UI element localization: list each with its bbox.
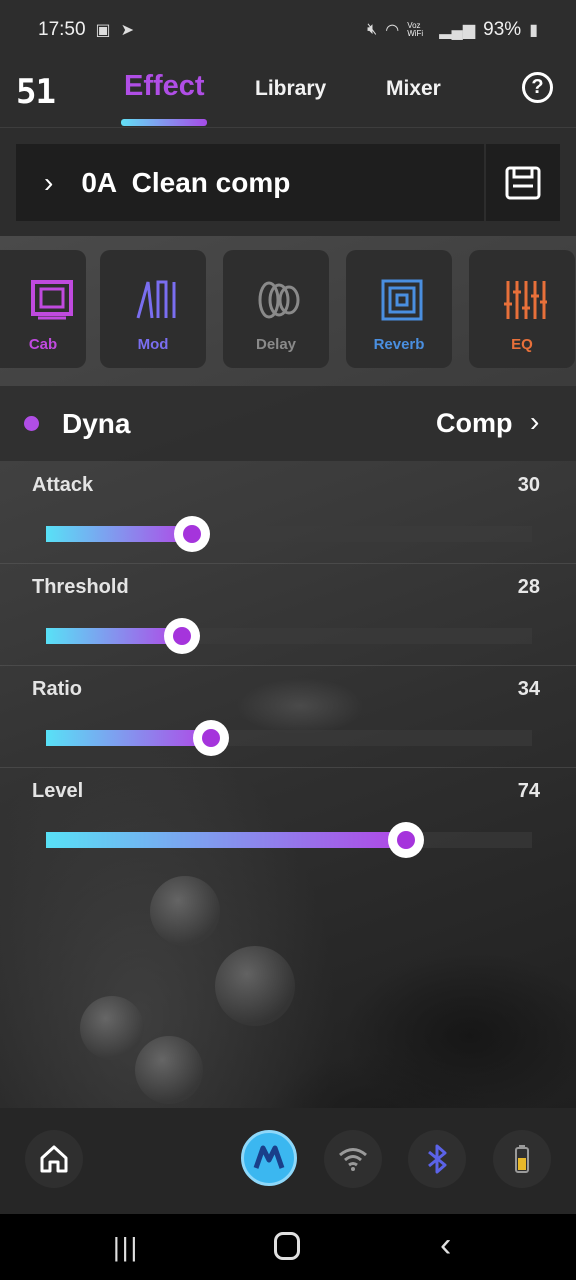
preset-name: 0A Clean comp — [81, 166, 291, 198]
module-label: Delay — [255, 336, 297, 353]
effect-name: Dyna — [62, 408, 131, 439]
gallery-icon: ▣ — [95, 22, 111, 39]
effect-module-strip: Cab Mod Delay Reverb EQ — [0, 250, 576, 370]
bluetooth-button[interactable] — [408, 1130, 466, 1188]
cab-icon — [31, 280, 73, 320]
back-icon[interactable]: ‹ — [440, 1226, 451, 1265]
active-tab-indicator — [121, 119, 207, 126]
slider-track[interactable] — [46, 526, 532, 542]
battery-icon — [515, 1145, 529, 1173]
delay-icon — [258, 281, 300, 319]
effect-status-dot[interactable] — [24, 416, 39, 431]
device-logo-button[interactable] — [241, 1130, 297, 1186]
system-navigation-bar: ||| ‹ — [0, 1214, 576, 1280]
help-button[interactable]: ? — [522, 72, 553, 103]
wifi-button[interactable] — [324, 1130, 382, 1188]
slider-thumb[interactable] — [193, 720, 230, 756]
mod-icon — [136, 280, 176, 319]
slider-track[interactable] — [46, 628, 532, 644]
slider-fill — [46, 526, 192, 542]
slider-thumb[interactable] — [387, 822, 424, 858]
slider-fill — [46, 730, 212, 746]
module-eq[interactable]: EQ — [469, 250, 575, 368]
wifi-icon — [339, 1148, 367, 1171]
status-bar: 17:50 ▣ ➤ 🔇︎ ◠ Voz WiFi ▂▄▆ 93% ▮ — [0, 0, 576, 60]
effect-type[interactable]: Comp — [436, 408, 513, 439]
telegram-icon: ➤ — [120, 22, 135, 39]
battery-percent: 93% — [483, 19, 522, 40]
signal-icon: ▂▄▆ — [439, 22, 476, 39]
module-label: Mod — [137, 336, 169, 353]
home-icon — [40, 1145, 68, 1173]
module-label: EQ — [511, 336, 533, 353]
wifi-status-icon: ◠ — [385, 22, 400, 39]
param-label: Attack — [32, 474, 94, 496]
module-reverb[interactable]: Reverb — [346, 250, 452, 368]
home-button[interactable] — [25, 1130, 83, 1188]
slider-fill — [46, 628, 183, 644]
eq-icon — [504, 281, 547, 319]
effect-header[interactable]: Dyna Comp › — [0, 386, 576, 461]
param-threshold: Threshold 28 — [0, 564, 576, 666]
param-level: Level 74 — [0, 768, 576, 870]
reverb-icon — [381, 279, 423, 321]
slider-track[interactable] — [46, 832, 532, 848]
home-system-icon[interactable] — [274, 1232, 300, 1260]
tab-effect[interactable]: Effect — [124, 70, 205, 103]
module-cab[interactable]: Cab — [0, 250, 86, 368]
param-ratio: Ratio 34 — [0, 666, 576, 768]
recent-apps-icon[interactable]: ||| — [113, 1232, 139, 1263]
bluetooth-icon — [428, 1144, 447, 1174]
chevron-right-icon[interactable]: › — [530, 406, 539, 438]
param-label: Ratio — [32, 678, 82, 700]
module-mod[interactable]: Mod — [100, 250, 206, 368]
battery-button[interactable] — [493, 1130, 551, 1188]
network-label: Voz WiFi — [407, 21, 424, 38]
top-navigation: 51 Effect Library Mixer ? — [0, 60, 576, 128]
param-value: 74 — [517, 780, 540, 802]
param-label: Level — [32, 780, 84, 802]
tab-mixer[interactable]: Mixer — [386, 77, 441, 101]
battery-status-icon: ▮ — [529, 22, 538, 39]
tab-library[interactable]: Library — [255, 77, 326, 101]
slider-fill — [46, 832, 406, 848]
preset-selector[interactable]: › 0A Clean comp — [16, 144, 484, 221]
save-icon — [505, 166, 541, 200]
chevron-right-icon: › — [44, 166, 54, 198]
save-button[interactable] — [486, 144, 560, 221]
param-value: 30 — [517, 474, 540, 496]
module-label: Reverb — [373, 336, 425, 353]
status-time: 17:50 — [38, 19, 86, 40]
module-label: Cab — [28, 336, 58, 353]
param-attack: Attack 30 — [0, 462, 576, 564]
mute-icon: 🔇︎ — [367, 21, 378, 38]
module-delay[interactable]: Delay — [223, 250, 329, 368]
param-label: Threshold — [32, 576, 129, 598]
slider-thumb[interactable] — [164, 618, 201, 654]
bottom-bar — [0, 1108, 576, 1214]
param-value: 28 — [517, 576, 540, 598]
param-value: 34 — [517, 678, 540, 700]
preset-area: › 0A Clean comp — [0, 128, 576, 236]
slider-track[interactable] — [46, 730, 532, 746]
app-logo-icon — [253, 1145, 285, 1169]
app-logo: 51 — [16, 72, 56, 112]
slider-thumb[interactable] — [173, 516, 210, 552]
